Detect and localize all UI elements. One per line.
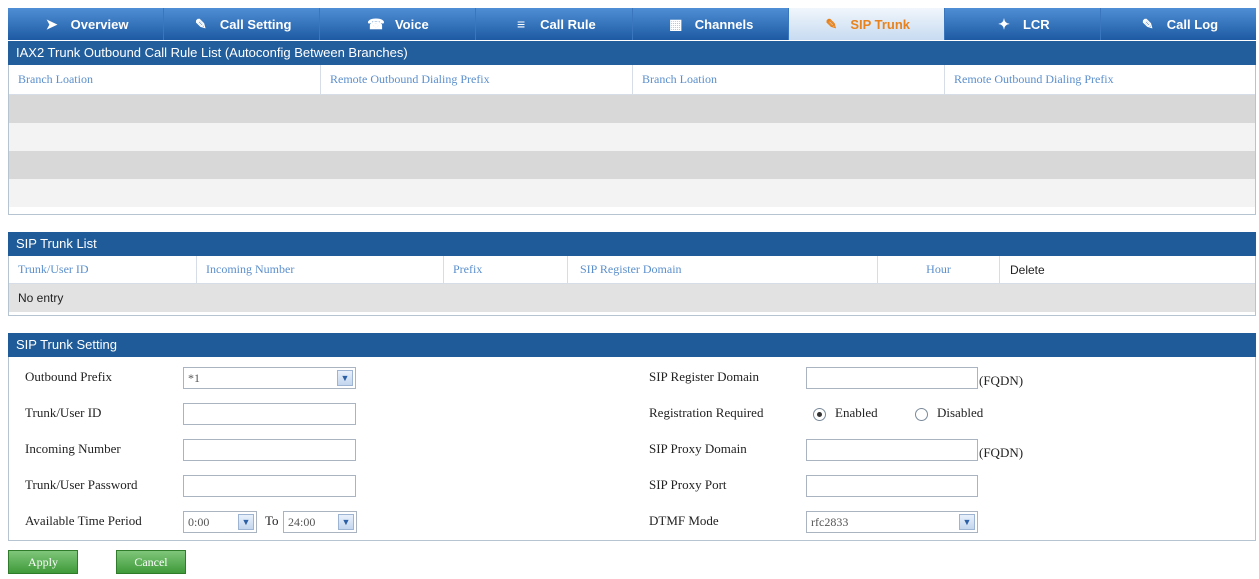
apply-button[interactable]: Apply: [8, 550, 78, 574]
proxy-domain-unit: (FQDN): [979, 445, 1024, 460]
col-trunk-user-id: Trunk/User ID: [9, 256, 197, 283]
tab-label: SIP Trunk: [850, 16, 911, 32]
chevron-down-icon: ▼: [338, 514, 354, 530]
chevron-down-icon: ▼: [959, 514, 975, 530]
incoming-number-input[interactable]: [183, 439, 356, 461]
incoming-number-label: Incoming Number: [25, 441, 121, 456]
iax-rule-table: Branch Loation Remote Outbound Dialing P…: [8, 65, 1256, 215]
tab-label: LCR: [1022, 16, 1050, 32]
trunk-list-header: Trunk/User ID Incoming Number Prefix SIP…: [9, 256, 1255, 284]
dtmf-mode-select[interactable]: rfc2833 ▼: [806, 511, 978, 533]
col-remote-prefix: Remote Outbound Dialing Prefix: [321, 65, 633, 94]
register-domain-input[interactable]: [806, 367, 978, 389]
tab-label: Overview: [70, 16, 129, 32]
outbound-prefix-value: *1: [188, 371, 200, 385]
time-to-select[interactable]: 24:00 ▼: [283, 511, 357, 533]
registration-disabled-radio[interactable]: [915, 408, 928, 421]
tab-label: Channels: [694, 16, 754, 32]
col-incoming-number: Incoming Number: [197, 256, 444, 283]
sip-trunk-icon: ✎: [825, 15, 838, 32]
disabled-label: Disabled: [937, 405, 984, 420]
proxy-domain-label: SIP Proxy Domain: [649, 441, 747, 456]
trunk-list-table: Trunk/User ID Incoming Number Prefix SIP…: [8, 256, 1256, 316]
dtmf-mode-value: rfc2833: [811, 515, 849, 529]
call-rule-icon: ≡: [517, 16, 526, 32]
tab-label: Call Setting: [219, 16, 292, 32]
col-branch-location: Branch Loation: [9, 65, 321, 94]
col-delete: Delete: [1010, 262, 1045, 277]
time-to-value: 24:00: [288, 515, 316, 529]
tab-call-log[interactable]: ✎ Call Log: [1100, 8, 1256, 40]
col-hour: Hour: [878, 256, 1000, 283]
voice-icon: ☎: [367, 15, 385, 32]
iax-table-header: Branch Loation Remote Outbound Dialing P…: [9, 65, 1255, 95]
trunk-user-password-label: Trunk/User Password: [25, 477, 138, 492]
col-branch-location-2: Branch Loation: [633, 65, 945, 94]
registration-enabled-radio[interactable]: [813, 408, 826, 421]
tab-overview[interactable]: ➤ Overview: [8, 8, 165, 40]
col-prefix: Prefix: [444, 256, 568, 283]
register-domain-unit: (FQDN): [979, 373, 1024, 388]
table-row: [9, 95, 1255, 123]
main-tab-bar: ➤ Overview ✎ Call Setting ☎ Voice ≡ Call…: [8, 8, 1256, 40]
proxy-port-input[interactable]: [806, 475, 978, 497]
table-row: [9, 179, 1255, 207]
outbound-prefix-label: Outbound Prefix: [25, 369, 113, 384]
lcr-icon: ✦: [998, 15, 1010, 32]
tab-call-rule[interactable]: ≡ Call Rule: [476, 8, 633, 40]
register-domain-label: SIP Register Domain: [649, 369, 760, 384]
empty-list-message: No entry: [9, 284, 1255, 312]
time-from-select[interactable]: 0:00 ▼: [183, 511, 257, 533]
tab-call-setting[interactable]: ✎ Call Setting: [164, 8, 321, 40]
chevron-down-icon: ▼: [337, 370, 353, 386]
proxy-domain-input[interactable]: [806, 439, 978, 461]
trunk-user-id-input[interactable]: [183, 403, 356, 425]
tab-voice[interactable]: ☎ Voice: [320, 8, 477, 40]
dtmf-mode-label: DTMF Mode: [649, 513, 719, 528]
proxy-port-label: SIP Proxy Port: [649, 477, 727, 492]
overview-icon: ➤: [45, 15, 58, 32]
chevron-down-icon: ▼: [238, 514, 254, 530]
outbound-prefix-select[interactable]: *1 ▼: [183, 367, 356, 389]
trunk-list-title: SIP Trunk List: [8, 232, 1256, 256]
tab-channels[interactable]: ▦ Channels: [632, 8, 789, 40]
call-setting-icon: ✎: [195, 15, 207, 32]
time-to-label: To: [265, 513, 279, 528]
tab-label: Voice: [394, 16, 429, 32]
table-row: [9, 123, 1255, 151]
call-log-icon: ✎: [1141, 15, 1154, 32]
time-from-value: 0:00: [188, 515, 210, 529]
cancel-button[interactable]: Cancel: [116, 550, 186, 574]
enabled-label: Enabled: [835, 405, 878, 420]
tab-label: Call Log: [1166, 16, 1219, 32]
tab-lcr[interactable]: ✦ LCR: [944, 8, 1101, 40]
col-remote-prefix-2: Remote Outbound Dialing Prefix: [954, 72, 1114, 86]
tab-sip-trunk[interactable]: ✎ SIP Trunk: [788, 8, 945, 40]
iax-section-title: IAX2 Trunk Outbound Call Rule List (Auto…: [8, 41, 1256, 65]
trunk-setting-title: SIP Trunk Setting: [8, 333, 1256, 357]
tab-label: Call Rule: [540, 16, 596, 32]
available-time-label: Available Time Period: [25, 513, 142, 528]
registration-required-label: Registration Required: [649, 405, 764, 420]
trunk-setting-form: Outbound Prefix *1 ▼ Trunk/User ID Incom…: [8, 357, 1256, 541]
col-sip-register-domain: SIP Register Domain: [568, 256, 878, 283]
trunk-user-password-input[interactable]: [183, 475, 356, 497]
channels-icon: ▦: [669, 15, 683, 32]
trunk-user-id-label: Trunk/User ID: [25, 405, 102, 420]
table-row: [9, 151, 1255, 179]
